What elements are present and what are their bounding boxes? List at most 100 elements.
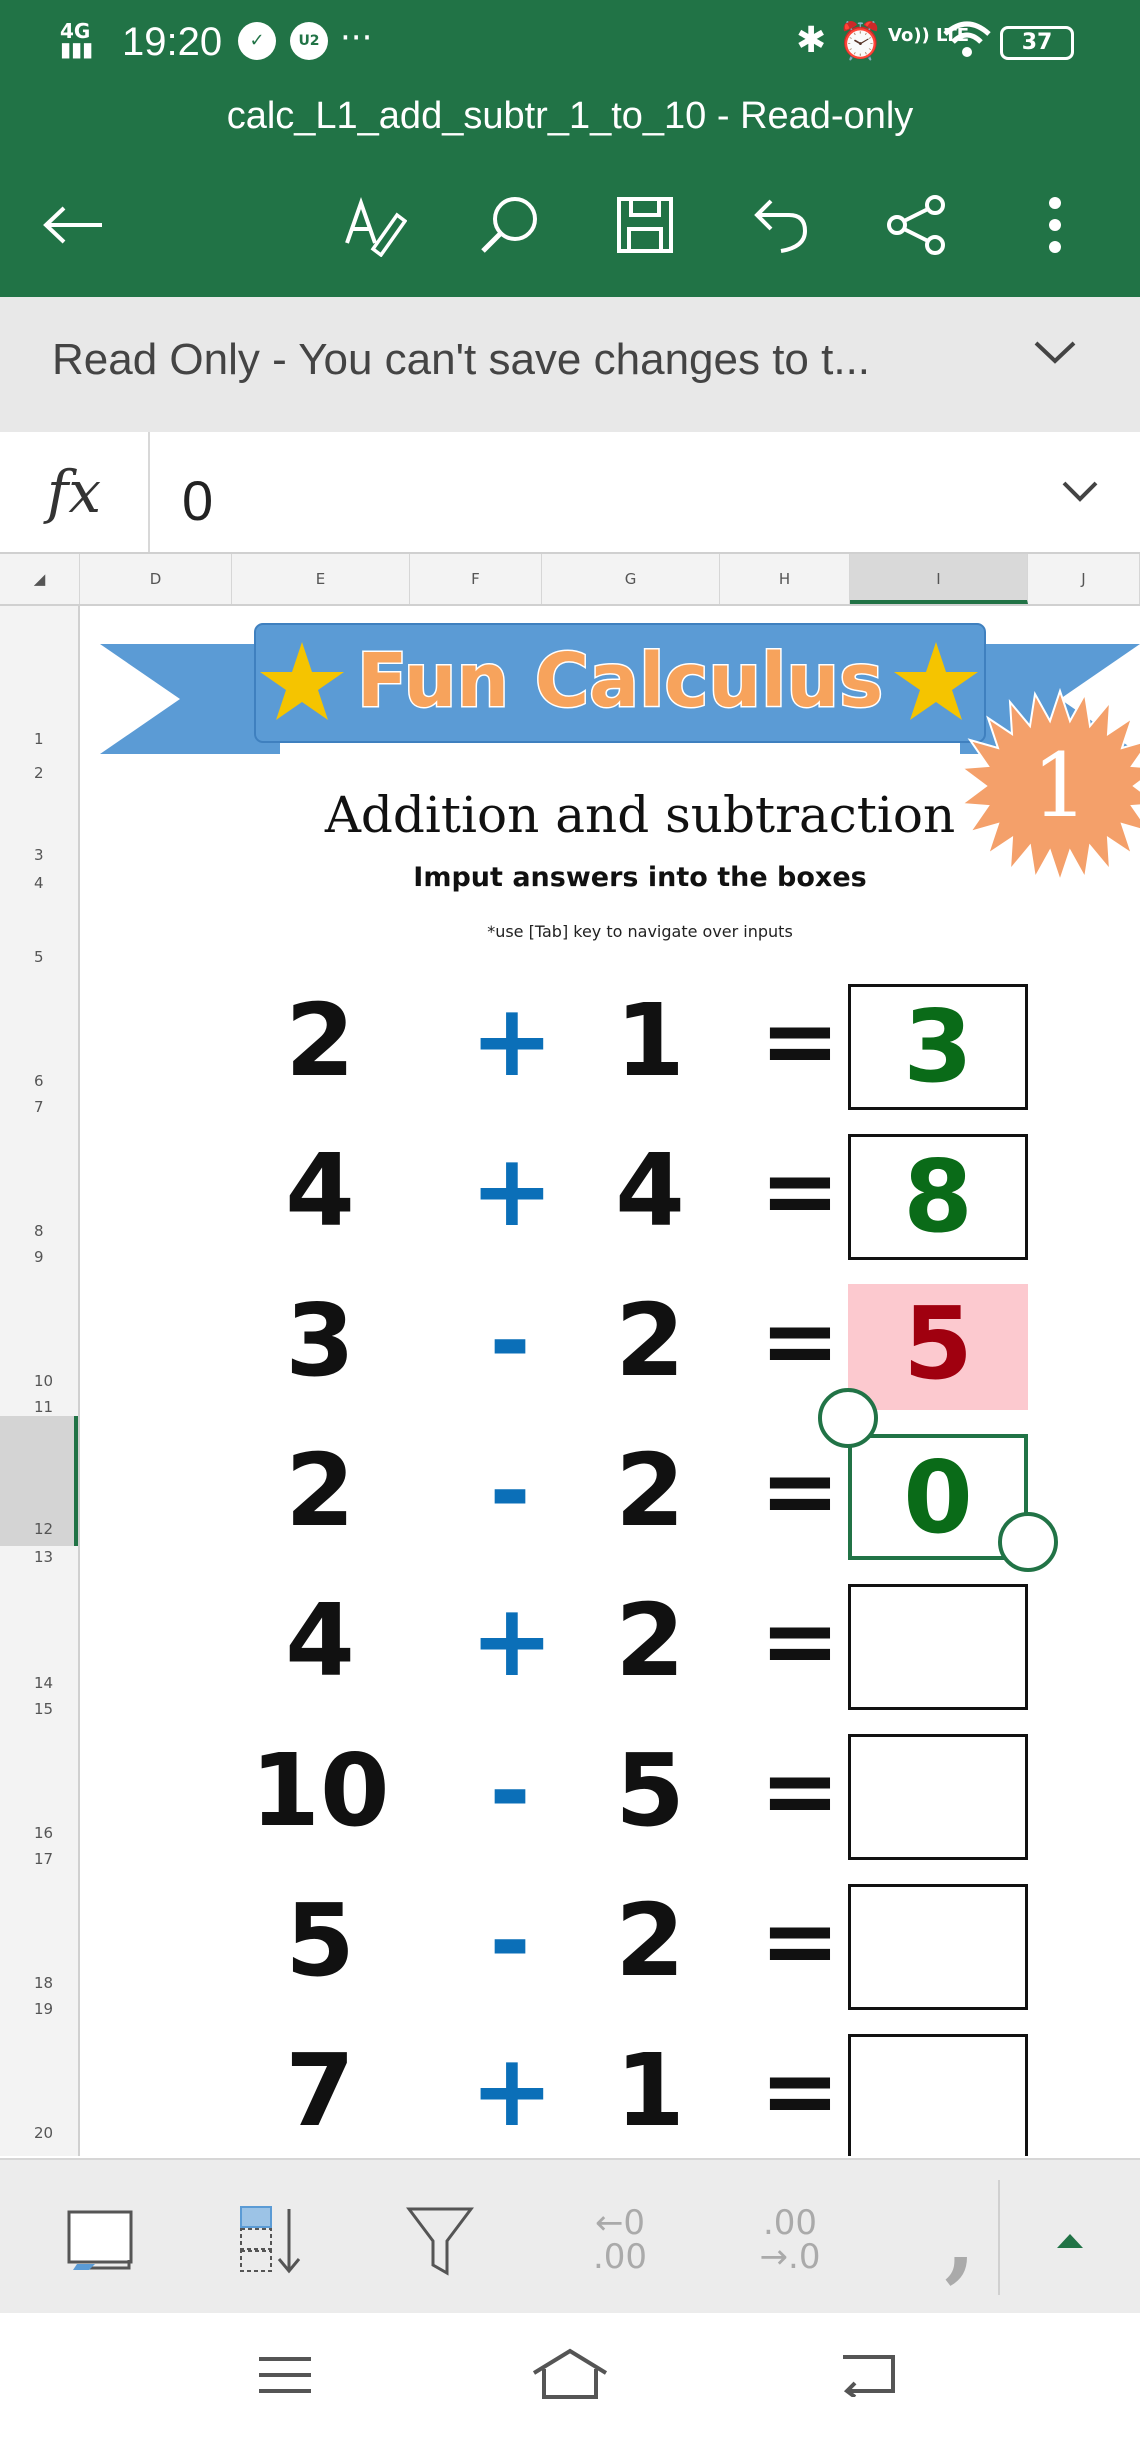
operand-b[interactable]: 2 — [585, 1266, 715, 1416]
operand-a[interactable]: 4 — [245, 1566, 395, 1716]
column-header-j[interactable]: J — [1028, 554, 1140, 604]
row-header-selected[interactable]: 12 — [0, 1416, 78, 1546]
answer-input-wrong[interactable]: 5 — [848, 1284, 1028, 1410]
operator[interactable]: + — [470, 966, 554, 1116]
back-button[interactable] — [38, 190, 108, 260]
comma-style-button[interactable]: , — [925, 2187, 995, 2293]
operand-a[interactable]: 7 — [245, 2016, 395, 2156]
function-icon[interactable]: fx — [0, 432, 150, 552]
share-button[interactable] — [882, 190, 952, 260]
equation-row: 4 + 2 = — [80, 1566, 1140, 1716]
equals-sign[interactable]: = — [750, 1866, 850, 2016]
increase-decimal-button[interactable]: .00 →.0 — [735, 2200, 845, 2280]
operator[interactable]: + — [470, 1566, 554, 1716]
edit-button[interactable] — [340, 190, 410, 260]
row-header[interactable]: 4 — [0, 874, 78, 892]
operand-b[interactable]: 1 — [585, 966, 715, 1116]
equals-sign[interactable]: = — [750, 2016, 850, 2156]
row-header[interactable]: 1 — [0, 730, 78, 748]
operand-a[interactable]: 10 — [245, 1716, 395, 1866]
row-header[interactable]: 16 — [0, 1824, 78, 1842]
filter-icon — [406, 2207, 474, 2276]
increase-decimal-icon-bottom: →.0 — [759, 2237, 821, 2277]
operand-a[interactable]: 3 — [245, 1266, 395, 1416]
row-header[interactable]: 11 — [0, 1398, 78, 1416]
equation-row: 4 + 4 = 8 — [80, 1116, 1140, 1266]
sort-button[interactable] — [230, 2200, 310, 2280]
row-header[interactable]: 17 — [0, 1850, 78, 1868]
equals-sign[interactable]: = — [750, 1716, 850, 1866]
equals-sign[interactable]: = — [750, 966, 850, 1116]
column-header-i[interactable]: I — [850, 554, 1028, 604]
operand-a[interactable]: 5 — [245, 1866, 395, 2016]
row-header[interactable]: 13 — [0, 1548, 78, 1566]
column-header-h[interactable]: H — [720, 554, 850, 604]
column-header-f[interactable]: F — [410, 554, 542, 604]
operator[interactable]: + — [470, 1116, 554, 1266]
row-header[interactable]: 5 — [0, 948, 78, 966]
answer-input[interactable] — [848, 1734, 1028, 1860]
answer-input[interactable]: 8 — [848, 1134, 1028, 1260]
row-header[interactable]: 7 — [0, 1098, 78, 1116]
expand-formula-chevron-icon[interactable] — [1060, 477, 1100, 509]
more-options-button[interactable] — [1020, 190, 1090, 260]
operand-a[interactable]: 2 — [245, 966, 395, 1116]
operator[interactable]: + — [470, 2016, 554, 2156]
row-header[interactable]: 19 — [0, 2000, 78, 2018]
read-only-banner[interactable]: Read Only - You can't save changes to t.… — [0, 297, 1140, 432]
undo-button[interactable] — [746, 190, 816, 260]
row-header[interactable]: 20 — [0, 2124, 78, 2142]
document-title: calc_L1_add_subtr_1_to_10 - Read-only — [226, 95, 914, 137]
decrease-decimal-button[interactable]: ←0 .00 — [570, 2200, 670, 2280]
selection-handle-top-left[interactable] — [818, 1388, 878, 1448]
row-header[interactable]: 9 — [0, 1248, 78, 1266]
equals-sign[interactable]: = — [750, 1116, 850, 1266]
back-nav-button[interactable] — [835, 2351, 901, 2401]
equals-sign[interactable]: = — [750, 1566, 850, 1716]
row-header[interactable]: 15 — [0, 1700, 78, 1718]
alarm-icon: ⏰ — [838, 21, 883, 62]
expand-toolbar-button[interactable] — [1040, 2200, 1100, 2280]
filter-button[interactable] — [400, 2200, 480, 2280]
operand-a[interactable]: 2 — [245, 1416, 395, 1566]
operator[interactable]: - — [470, 1866, 550, 2016]
operator[interactable]: - — [470, 1716, 550, 1866]
row-header[interactable]: 14 — [0, 1674, 78, 1692]
operator[interactable]: - — [470, 1416, 550, 1566]
operand-b[interactable]: 4 — [585, 1116, 715, 1266]
row-header[interactable]: 6 — [0, 1072, 78, 1090]
formula-bar[interactable]: fx 0 — [0, 432, 1140, 554]
select-all-corner[interactable]: ◢ — [0, 554, 80, 604]
operand-a[interactable]: 4 — [245, 1116, 395, 1266]
column-header-d[interactable]: D — [80, 554, 232, 604]
operand-b[interactable]: 2 — [585, 1866, 715, 2016]
worksheet-instruction: Imput answers into the boxes — [413, 862, 867, 893]
selection-handle-bottom-right[interactable] — [998, 1512, 1058, 1572]
row-header[interactable]: 2 — [0, 764, 78, 782]
formula-value[interactable]: 0 — [182, 468, 213, 533]
format-cell-button[interactable] — [60, 2200, 140, 2280]
answer-input[interactable] — [848, 2034, 1028, 2156]
operand-b[interactable]: 2 — [585, 1416, 715, 1566]
sheet-grid[interactable]: Fun Calculus 1 Addition and subtraction … — [80, 606, 1140, 2156]
save-button[interactable] — [610, 190, 680, 260]
menu-icon — [259, 2357, 311, 2393]
operand-b[interactable]: 2 — [585, 1566, 715, 1716]
search-button[interactable] — [474, 190, 544, 260]
row-header[interactable]: 10 — [0, 1372, 78, 1390]
operand-b[interactable]: 1 — [585, 2016, 715, 2156]
operand-b[interactable]: 5 — [585, 1716, 715, 1866]
row-header[interactable]: 18 — [0, 1974, 78, 1992]
answer-input[interactable] — [848, 1584, 1028, 1710]
signal-icon: 4G ▮▮▮ — [60, 19, 94, 61]
menu-nav-button[interactable] — [255, 2353, 315, 2401]
answer-input[interactable] — [848, 1884, 1028, 2010]
row-header[interactable]: 3 — [0, 846, 78, 864]
answer-input[interactable]: 3 — [848, 984, 1028, 1110]
column-header-e[interactable]: E — [232, 554, 410, 604]
row-header[interactable]: 8 — [0, 1222, 78, 1240]
column-header-g[interactable]: G — [542, 554, 720, 604]
chevron-down-icon[interactable] — [1030, 337, 1080, 371]
home-nav-button[interactable] — [530, 2347, 610, 2405]
operator[interactable]: - — [470, 1266, 550, 1416]
